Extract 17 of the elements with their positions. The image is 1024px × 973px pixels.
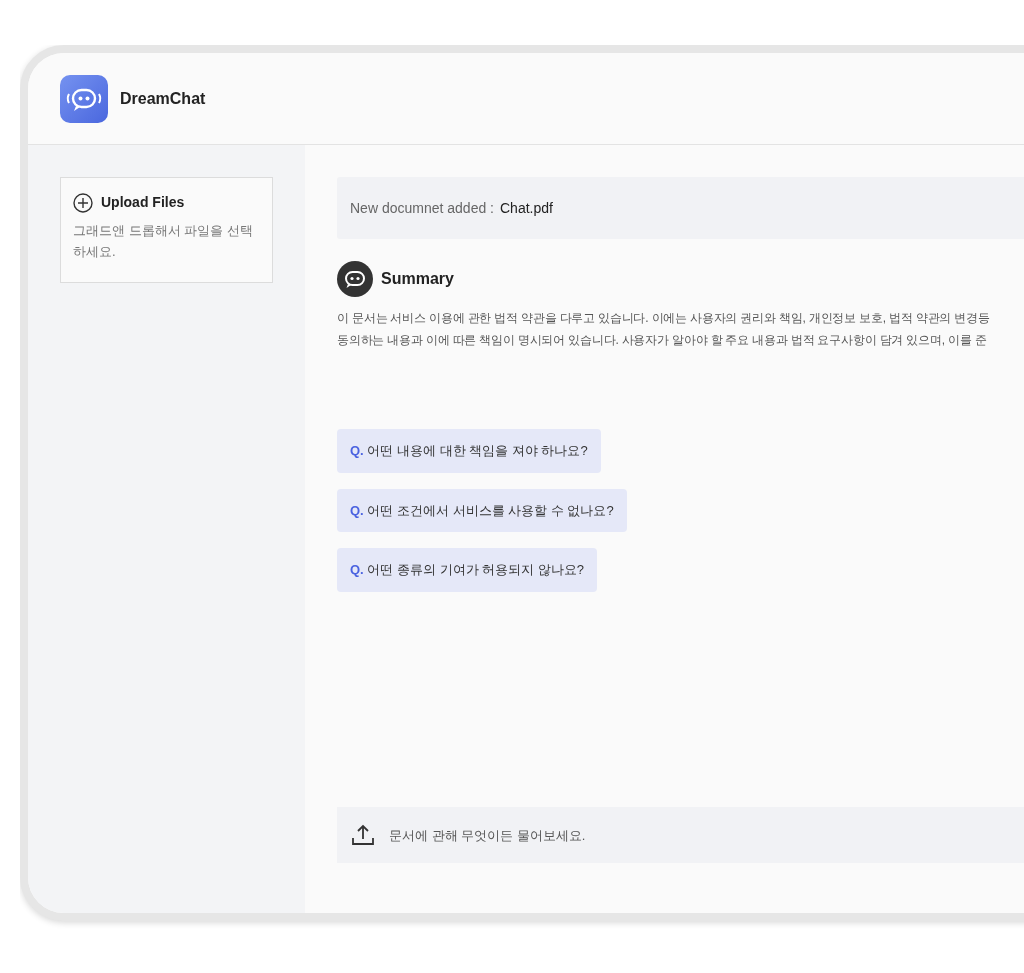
chat-bot-icon (337, 261, 373, 297)
upload-icon (351, 824, 375, 846)
summary-title: Summary (381, 269, 454, 289)
suggested-question-button[interactable]: Q. 어떤 조건에서 서비스를 사용할 수 없나요? (337, 488, 627, 532)
robot-logo-icon (60, 74, 108, 123)
upload-label: Upload Files (101, 193, 185, 212)
upload-hint: 그래드앤 드롭해서 파일을 선택하세요. (73, 222, 254, 261)
summary-text: 이 문서는 서비스 이용에 관한 법적 약관을 다루고 있습니다. 이에는 사용자의 권리와 책임, 개인정보 보호, 법적 약관의 변경등 (337, 310, 991, 327)
question-field[interactable]: 문서에 관해 무엇이든 물어보세요. (337, 807, 1024, 863)
notice-label: New documnet added : (350, 198, 494, 218)
file-name: Chat.pdf (500, 198, 553, 218)
suggested-question-button[interactable]: Q. 어떤 종류의 기여가 허용되지 않나요? (337, 548, 598, 592)
upload-panel[interactable]: Upload Files 그래드앤 드롭해서 파일을 선택하세요. (60, 177, 273, 283)
app-title: DreamChat (120, 88, 206, 109)
summary-text: 동의하는 내용과 이에 따른 책임이 명시되어 있습니다. 사용자가 알아야 할 주요 내용과 법적 요구사항이 담겨 있으며, 이를 준 (337, 332, 988, 349)
suggested-question-button[interactable]: Q. 어떤 내용에 대한 책임을 져야 하나요? (337, 429, 601, 473)
plus-circle-icon (73, 192, 93, 213)
